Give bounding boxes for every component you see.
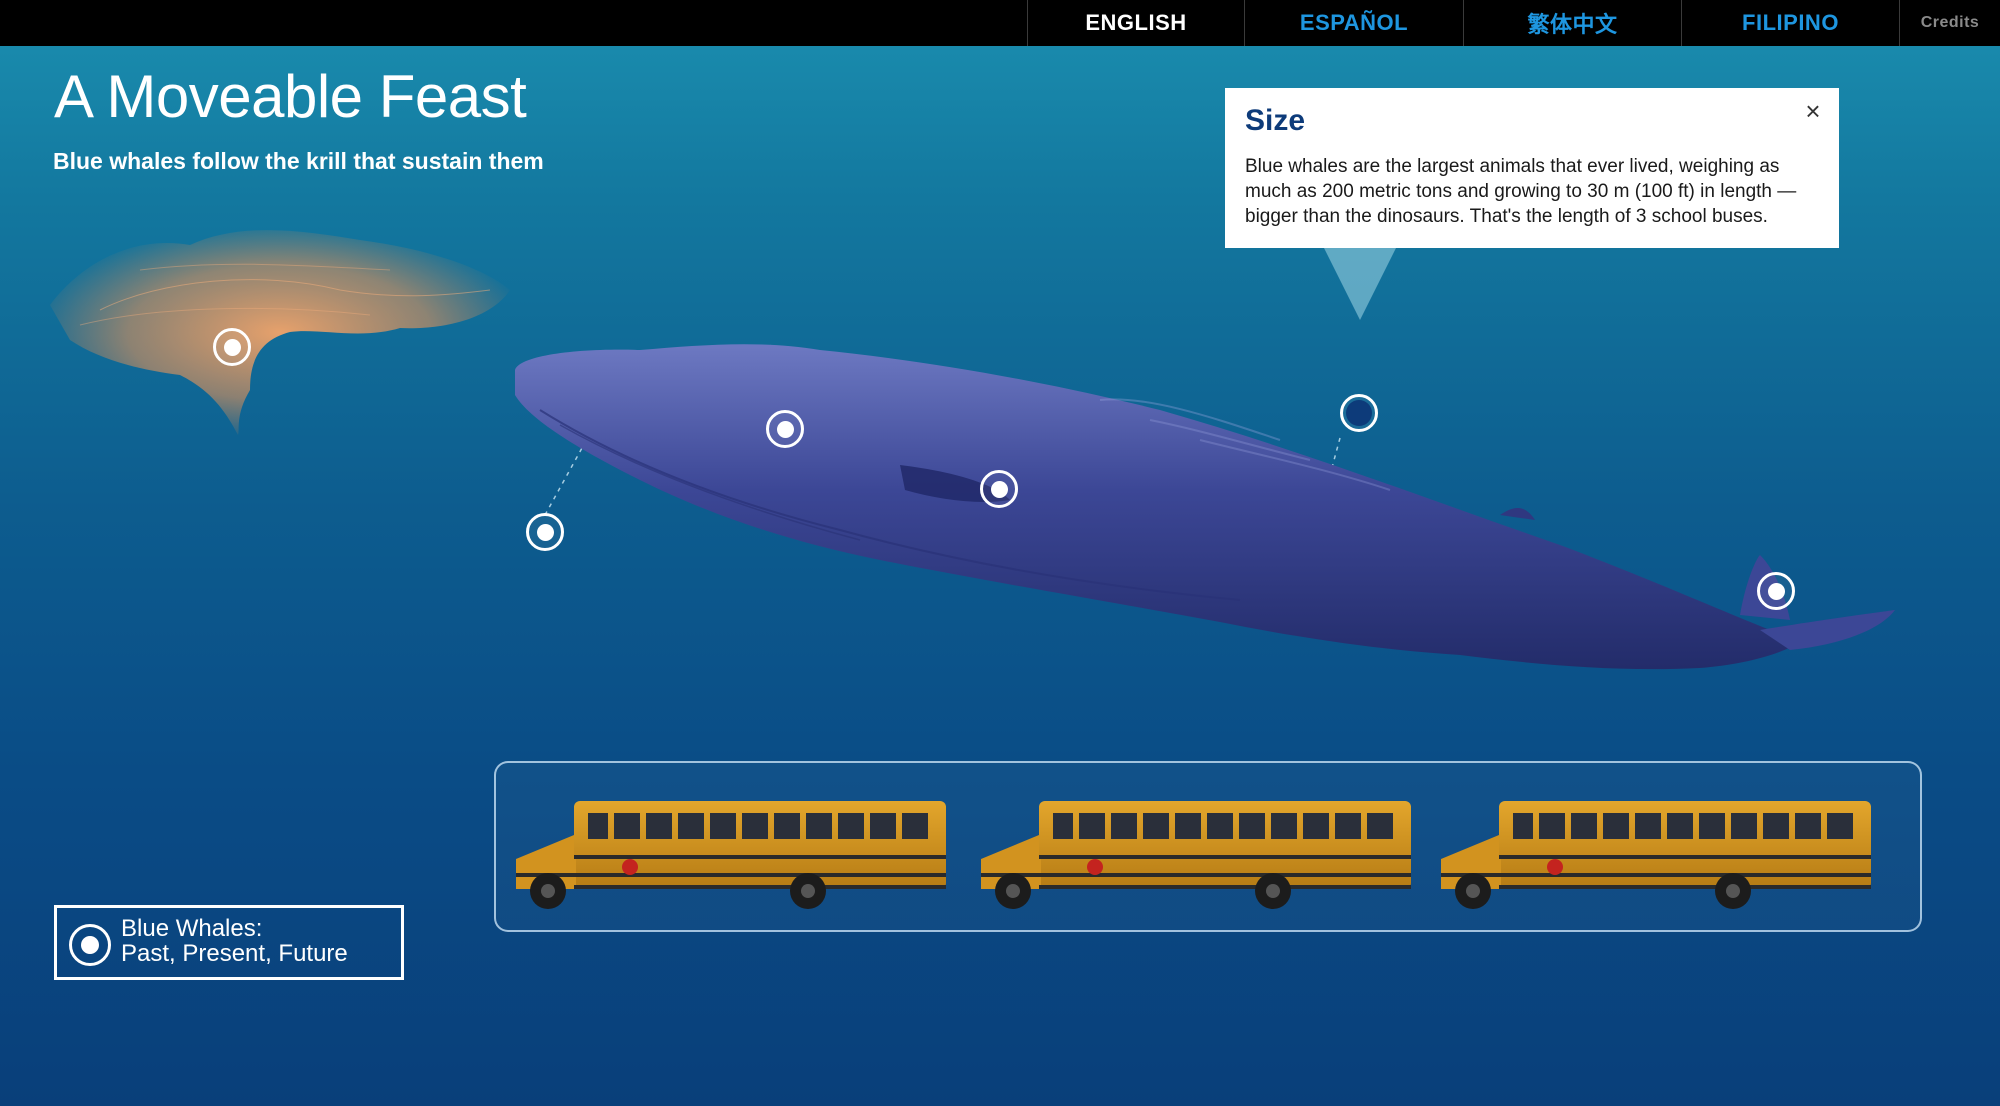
school-buses-illustration <box>516 801 1871 909</box>
legend-line-2: Past, Present, Future <box>121 940 348 967</box>
hotspot-dot-icon <box>1767 582 1785 600</box>
target-dot-icon <box>81 936 99 954</box>
hotspot-dot-icon <box>1346 400 1372 426</box>
legend-label: Blue Whales: Past, Present, Future <box>121 916 348 966</box>
hotspot-dot-icon <box>223 338 241 356</box>
whale-fin-hotspot[interactable] <box>980 470 1018 508</box>
krill-hotspot[interactable] <box>213 328 251 366</box>
hotspot-dot-icon <box>990 480 1008 498</box>
popup-title: Size <box>1245 104 1306 137</box>
hotspot-dot-icon <box>776 420 794 438</box>
past-present-future-button[interactable]: Blue Whales: Past, Present, Future <box>54 905 404 980</box>
hotspot-dot-icon <box>536 523 554 541</box>
target-circle-icon <box>69 924 111 966</box>
close-icon[interactable]: × <box>1801 98 1825 124</box>
whale-mouth-hotspot[interactable] <box>526 513 564 551</box>
size-info-popup: Size Blue whales are the largest animals… <box>1225 88 1839 248</box>
school-bus-comparison <box>494 761 1922 932</box>
popup-body: Blue whales are the largest animals that… <box>1245 156 1797 227</box>
popup-pointer <box>1324 248 1396 320</box>
whale-size-hotspot[interactable] <box>1340 394 1378 432</box>
legend-line-1: Blue Whales: <box>121 915 263 942</box>
whale-tail-hotspot[interactable] <box>1757 572 1795 610</box>
whale-head-hotspot[interactable] <box>766 410 804 448</box>
